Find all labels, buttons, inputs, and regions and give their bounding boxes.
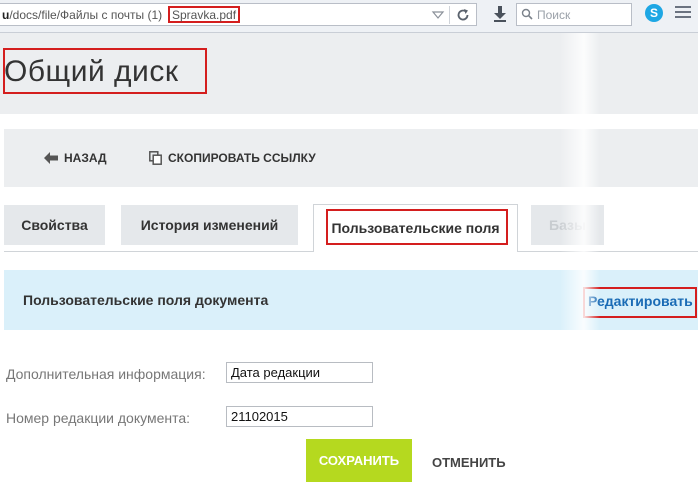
tab-custom-fields-highlight: [326, 209, 508, 245]
additional-info-input[interactable]: [226, 362, 373, 383]
revision-number-label: Номер редакции документа:: [6, 410, 191, 426]
hamburger-menu-icon[interactable]: [675, 6, 691, 20]
document-toolbar: НАЗАД СКОПИРОВАТЬ ССЫЛКУ: [4, 129, 698, 187]
section-title: Пользовательские поля документа: [23, 292, 269, 308]
search-placeholder: Поиск: [537, 8, 571, 22]
save-button[interactable]: СОХРАНИТЬ: [306, 439, 412, 482]
url-text: u/docs/file/Файлы с почты (1): [2, 8, 163, 22]
url-filename-highlight: Spravka.pdf: [168, 6, 241, 23]
address-bar[interactable]: u/docs/file/Файлы с почты (1) Spravka.pd…: [0, 3, 477, 26]
revision-number-input[interactable]: [226, 406, 373, 427]
search-icon: [521, 8, 533, 20]
download-icon[interactable]: [492, 5, 508, 23]
edit-link-highlight: [583, 287, 697, 318]
back-button[interactable]: НАЗАД: [44, 151, 107, 165]
url-dropdown-icon[interactable]: [430, 7, 446, 23]
copy-link-label: СКОПИРОВАТЬ ССЫЛКУ: [168, 151, 316, 165]
copy-link-button[interactable]: СКОПИРОВАТЬ ССЫЛКУ: [149, 151, 316, 165]
reload-icon[interactable]: [455, 7, 471, 23]
additional-info-label: Дополнительная информация:: [6, 366, 206, 382]
copy-icon: [149, 151, 162, 165]
skype-icon[interactable]: S: [645, 4, 663, 22]
browser-search-input[interactable]: Поиск: [516, 3, 632, 26]
cancel-button[interactable]: ОТМЕНИТЬ: [432, 455, 506, 470]
browser-toolbar: u/docs/file/Файлы с почты (1) Spravka.pd…: [0, 0, 698, 33]
tab-bases[interactable]: Базы: [531, 205, 604, 245]
title-highlight: [3, 48, 207, 94]
tab-properties[interactable]: Свойства: [4, 205, 105, 245]
tab-history[interactable]: История изменений: [121, 205, 298, 245]
arrow-left-icon: [44, 152, 58, 164]
urlbar-divider: [449, 6, 450, 24]
back-button-label: НАЗАД: [64, 151, 107, 165]
